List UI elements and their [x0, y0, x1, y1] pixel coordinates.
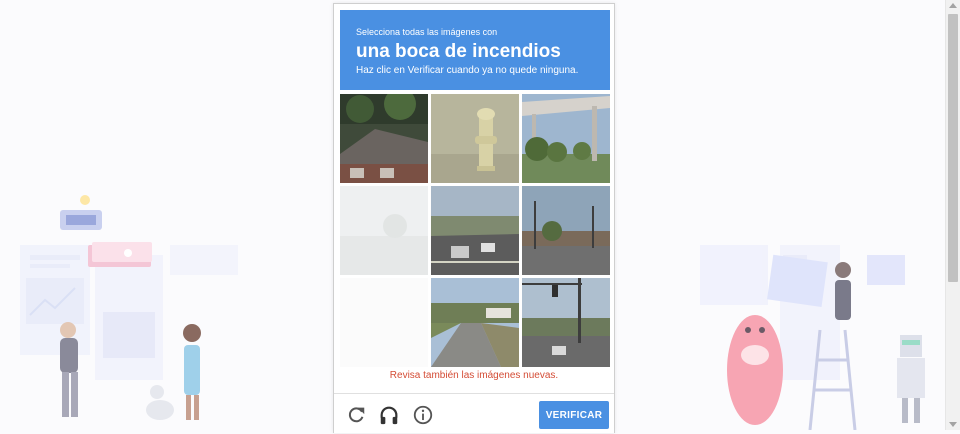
page-scrollbar[interactable] — [945, 0, 960, 430]
challenge-header: Selecciona todas las imágenes con una bo… — [340, 10, 610, 90]
image-tile-6[interactable] — [522, 186, 610, 275]
image-tile-2[interactable] — [431, 94, 519, 183]
left-background-illustration — [20, 195, 238, 420]
captcha-challenge: Selecciona todas las imágenes con una bo… — [333, 3, 615, 433]
image-tile-5[interactable] — [431, 186, 519, 275]
image-tile-8[interactable] — [431, 278, 519, 367]
image-tile-9[interactable] — [522, 278, 610, 367]
image-tile-4[interactable] — [340, 186, 428, 275]
error-message: Revisa también las imágenes nuevas. — [389, 370, 559, 381]
verify-button[interactable]: VERIFICAR — [539, 401, 609, 429]
scrollbar-thumb[interactable] — [948, 14, 958, 282]
verify-hint-text: Haz clic en Verificar cuando ya no quede… — [356, 65, 579, 76]
right-background-illustration — [700, 245, 925, 430]
image-grid — [340, 94, 610, 367]
scroll-down-arrow-icon[interactable] — [949, 422, 957, 427]
image-tile-3[interactable] — [522, 94, 610, 183]
image-tile-1[interactable] — [340, 94, 428, 183]
reload-icon[interactable] — [345, 404, 367, 426]
scroll-up-arrow-icon[interactable] — [949, 3, 957, 8]
target-object-label: una boca de incendios — [356, 41, 561, 62]
instruction-text: Selecciona todas las imágenes con — [356, 27, 498, 37]
headphones-icon[interactable] — [378, 404, 400, 426]
info-icon[interactable] — [412, 404, 434, 426]
challenge-footer: VERIFICAR — [334, 393, 614, 434]
image-tile-7[interactable] — [340, 278, 428, 367]
